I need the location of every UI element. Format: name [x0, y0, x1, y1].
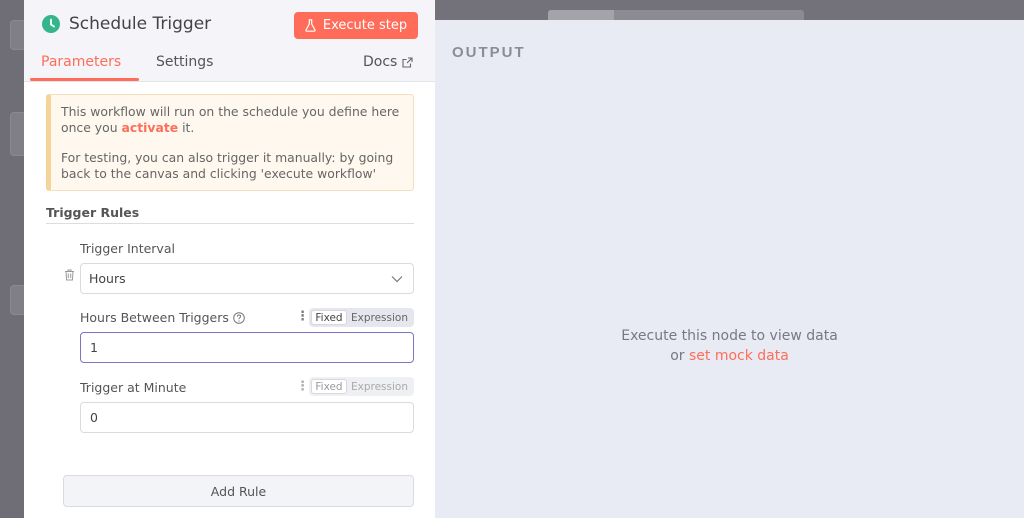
canvas-backdrop-left	[0, 0, 24, 518]
canvas-backdrop-top	[435, 0, 1024, 20]
notice-text-1-end: it.	[178, 120, 195, 135]
node-title: Schedule Trigger	[69, 14, 212, 34]
notice-text-1: This workflow will run on the schedule y…	[61, 104, 400, 135]
fixed-expression-toggle: Fixed Expression	[309, 377, 414, 396]
output-empty-message: Execute this node to view data	[621, 328, 838, 344]
canvas-node-fragment	[10, 285, 24, 315]
backdrop-toolbar	[548, 10, 804, 20]
trigger-minute-label: Trigger at Minute	[80, 380, 187, 395]
help-icon[interactable]	[233, 312, 245, 324]
fixed-expression-toggle: Fixed Expression	[309, 308, 414, 327]
activate-link[interactable]: activate	[122, 120, 179, 135]
trigger-interval-select[interactable]: Hours	[80, 263, 414, 294]
execute-step-label: Execute step	[322, 18, 408, 33]
toggle-expression[interactable]: Expression	[347, 379, 412, 394]
chevron-down-icon	[391, 276, 403, 283]
toggle-fixed[interactable]: Fixed	[311, 310, 347, 325]
output-title: OUTPUT	[452, 44, 526, 61]
canvas-node-fragment	[10, 20, 24, 50]
hours-between-input[interactable]: 1	[80, 332, 414, 363]
hours-between-label: Hours Between Triggers	[80, 310, 229, 325]
output-empty-state: Execute this node to view data or set mo…	[435, 326, 1024, 366]
trigger-interval-label: Trigger Interval	[80, 241, 175, 256]
clock-icon	[42, 15, 60, 33]
more-options-icon[interactable]: ⋮	[296, 309, 309, 324]
add-rule-button[interactable]: Add Rule	[63, 475, 414, 507]
trigger-interval-value: Hours	[89, 271, 126, 286]
trigger-rules-heading: Trigger Rules	[46, 205, 140, 220]
execute-step-button[interactable]: Execute step	[294, 12, 418, 39]
docs-link[interactable]: Docs	[363, 54, 413, 70]
hours-between-label-row: Hours Between Triggers	[80, 310, 245, 325]
canvas-node-fragment	[10, 112, 24, 156]
output-panel: OUTPUT Execute this node to view data or…	[435, 20, 1024, 518]
active-tab-indicator	[30, 78, 139, 81]
tab-parameters[interactable]: Parameters	[41, 54, 121, 70]
docs-label: Docs	[363, 54, 398, 70]
panel-header: Schedule Trigger Execute step Parameters…	[24, 0, 435, 82]
divider	[46, 223, 414, 224]
tab-settings[interactable]: Settings	[156, 54, 213, 70]
more-options-icon[interactable]: ⋮	[296, 379, 309, 394]
set-mock-data-link[interactable]: set mock data	[689, 348, 789, 364]
output-or-text: or	[670, 348, 689, 364]
toggle-expression[interactable]: Expression	[347, 310, 412, 325]
notice-text-2: For testing, you can also trigger it man…	[61, 150, 394, 181]
toggle-fixed[interactable]: Fixed	[311, 379, 347, 394]
flask-icon	[305, 19, 316, 32]
trigger-minute-input[interactable]: 0	[80, 402, 414, 433]
activation-notice: This workflow will run on the schedule y…	[46, 94, 414, 191]
trash-icon[interactable]	[64, 269, 75, 281]
external-link-icon	[402, 56, 413, 68]
node-parameters-panel: Schedule Trigger Execute step Parameters…	[24, 0, 435, 518]
